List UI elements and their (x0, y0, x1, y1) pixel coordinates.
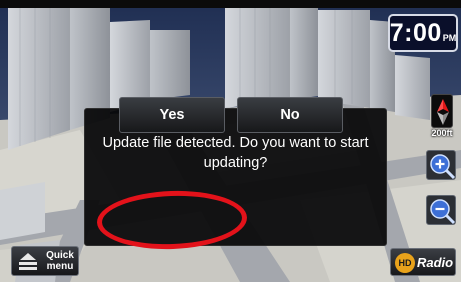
quick-menu-line2: menu (46, 261, 74, 272)
zoom-in-icon (430, 154, 456, 180)
top-bezel (0, 0, 461, 8)
clock-display: 7:00 PM (388, 14, 458, 52)
map-scale: 200ft (431, 128, 453, 138)
clock-time: 7:00 (389, 19, 442, 47)
quick-menu-line1: Quick (46, 250, 74, 261)
hd-radio-icon: HD (395, 253, 415, 273)
no-button[interactable]: No (237, 97, 343, 133)
navigation-screen: 7:00 PM 200ft Update file detected. Do y… (0, 0, 461, 282)
zoom-out-button[interactable] (426, 195, 456, 225)
clock-ampm: PM (442, 33, 457, 43)
zoom-out-icon (430, 199, 456, 225)
radio-label: Radio (417, 255, 454, 270)
quick-menu-button[interactable]: Quick menu (11, 246, 79, 276)
dialog-message: Update file detected. Do you want to sta… (102, 135, 369, 171)
yes-button[interactable]: Yes (119, 97, 225, 133)
compass-north-icon[interactable] (431, 94, 453, 128)
quick-menu-icon (19, 253, 37, 270)
hd-radio-button[interactable]: HD Radio (390, 248, 456, 276)
quick-menu-label: Quick menu (42, 250, 78, 272)
zoom-in-button[interactable] (426, 150, 456, 180)
